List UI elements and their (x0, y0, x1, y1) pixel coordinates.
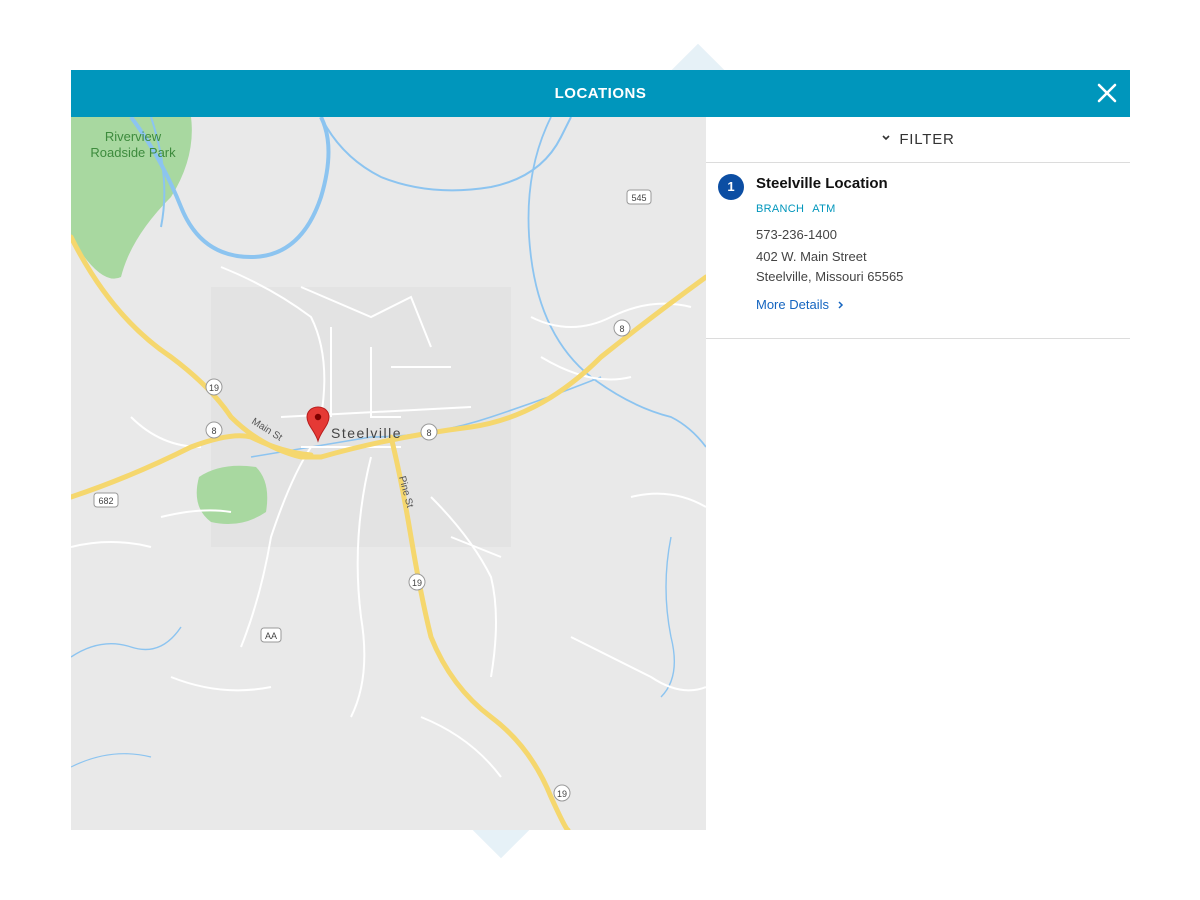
tag-branch: BRANCH (756, 203, 805, 215)
map-view[interactable]: 545 8 19 8 8 682 19 AA 19 Riverview Road… (71, 117, 706, 830)
more-details-link[interactable]: More Details (756, 297, 845, 312)
modal-header: LOCATIONS (71, 70, 1130, 117)
chevron-right-icon (838, 300, 844, 309)
filter-toggle[interactable]: FILTER (706, 117, 1130, 163)
location-name[interactable]: Steelville Location (756, 175, 888, 192)
location-phone[interactable]: 573-236-1400 (756, 227, 837, 242)
route-shield-8-center: 8 (426, 428, 431, 438)
location-address-line2: Steelville, Missouri 65565 (756, 269, 904, 284)
result-number-badge: 1 (718, 174, 744, 200)
route-shield-19-south: 19 (412, 578, 422, 588)
filter-label: FILTER (899, 131, 955, 148)
location-address-line1: 402 W. Main Street (756, 249, 867, 264)
golf-course-area (196, 465, 268, 525)
locations-modal: LOCATIONS 545 8 19 8 8 682 19 AA 19 Rive… (71, 70, 1130, 830)
map-canvas[interactable]: 545 8 19 8 8 682 19 AA 19 Riverview Road… (71, 117, 706, 830)
modal-title: LOCATIONS (554, 85, 647, 102)
more-details-label: More Details (756, 297, 829, 312)
location-result[interactable]: 1 Steelville Location BRANCH ATM 573-236-… (706, 163, 1130, 339)
route-shield-8-east: 8 (619, 324, 624, 334)
route-shield-19-north: 19 (209, 383, 219, 393)
route-shield-aa: AA (265, 631, 277, 641)
location-tags: BRANCH ATM (756, 203, 844, 215)
results-panel: FILTER 1 Steelville Location BRANCH ATM 5… (706, 117, 1130, 830)
town-label: Steelville (331, 425, 402, 441)
park-label-line1: Riverview (105, 129, 162, 144)
chevron-down-icon (882, 134, 890, 140)
route-shield-19-bottom: 19 (557, 789, 567, 799)
close-button[interactable] (1094, 80, 1120, 106)
tag-atm: ATM (812, 203, 836, 215)
park-label-line2: Roadside Park (90, 145, 176, 160)
route-shield-682: 682 (98, 496, 113, 506)
route-shield-545: 545 (631, 193, 646, 203)
route-shield-8-west: 8 (211, 426, 216, 436)
close-icon (1097, 83, 1117, 103)
